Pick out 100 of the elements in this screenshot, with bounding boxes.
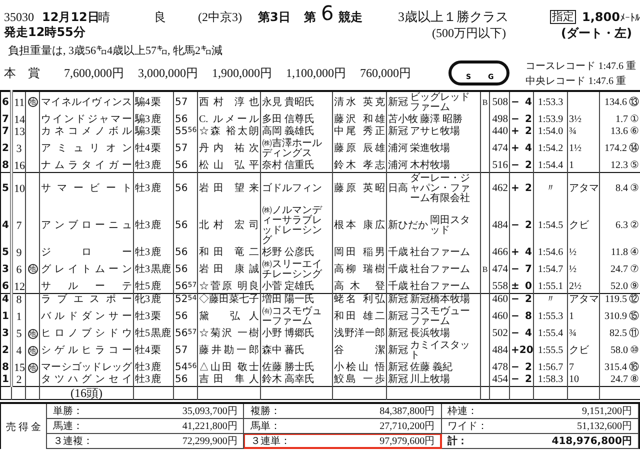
weight-change: − 4 (510, 90, 534, 114)
trainer-name: 高木 登 (332, 280, 386, 294)
sales-cell: ３連単： 97,979,600円 (244, 434, 442, 450)
owner-name: 多田 信尊氏 (260, 114, 332, 126)
sales-cell: 枠連： 9,151,200円 (442, 404, 639, 420)
weather: 晴 (98, 10, 111, 24)
jockey-name: 北村 宏司 (198, 204, 260, 247)
trainer-name: 鮫島 一歩 (332, 374, 386, 387)
prize-amount: 760,000円 (360, 64, 411, 82)
trainer-name: 鈴木 孝志 (332, 160, 386, 172)
jockey-name: △山田 敬士 (198, 362, 260, 374)
horse-name: タツハグンセイ (40, 374, 134, 387)
blinkers-mark: B (480, 90, 490, 114)
designation-label: 指定 (550, 10, 576, 24)
body-weight: 502 (490, 328, 510, 340)
horse-name: ナムラタイガー (40, 160, 134, 172)
breeder-cell: 新冠 アサヒ牧場 (386, 126, 480, 138)
prize-amount: 1,900,000円 (212, 64, 272, 82)
weight-change: − 2 (510, 204, 534, 247)
weight-change: + 4 (510, 246, 534, 259)
odds-cell: 174.2 ⑭ (600, 138, 640, 160)
horse-name: マイネルイヴィンス (40, 90, 134, 114)
finish-time: 1:54.6 (534, 246, 568, 259)
horse-name: ジロー (40, 246, 134, 259)
carried-weight: 56 (174, 246, 198, 259)
margin: 2½ (568, 280, 600, 294)
margin: ½ (568, 258, 600, 281)
horse-number: 3 (12, 138, 26, 160)
jockey-name: ◇藤田菜七子 (198, 293, 260, 306)
carried-weight: 56$^{57}$ (174, 280, 198, 294)
jockey-name: ☆菅原 明良 (198, 280, 260, 294)
carried-weight: 57 (174, 340, 198, 362)
sales-cell: 単勝： 35,093,700円 (47, 404, 244, 420)
start-time: 発走12時55分 (4, 26, 86, 40)
horse-number: 12 (12, 280, 26, 294)
horse-number: 8 (12, 293, 26, 306)
meeting: (2中京3) (198, 10, 243, 24)
odds-cell: 52.0 ⑨ (600, 280, 640, 294)
body-weight: 498 (490, 114, 510, 126)
breeder-cell: 浦河 栄進牧場 (386, 138, 480, 160)
trainer-name: 小桧山 悟 (332, 362, 386, 374)
sex-age: 牡3鹿 (134, 362, 174, 374)
finish-time: 1:54.0 (534, 126, 568, 138)
jockey-name: 吉田 隼人 (198, 374, 260, 387)
frame-number: 6 (0, 90, 12, 114)
surface-direction: (ダート・左) (561, 26, 632, 40)
jockey-name: 西村 淳也 (198, 90, 260, 114)
race-number-suffix: 競走 (338, 10, 363, 24)
odds-cell: 24.7 ⑧ (600, 374, 640, 387)
breeder-cell: 新冠 佐藤 義紀 (386, 362, 480, 374)
course-record: コースレコード 1:47.6 重 (526, 60, 636, 73)
horse-number: 5 (12, 328, 26, 340)
sex-age: 騸3鹿 (134, 114, 174, 126)
carried-weight: 56 (174, 306, 198, 328)
frame-number: 7 (0, 114, 12, 126)
weight-change: + 4 (510, 138, 534, 160)
carried-weight: 56 (174, 204, 198, 247)
body-weight: 460 (490, 293, 510, 306)
frame-number: 7 (0, 126, 12, 138)
odds-cell: 12.3 ⑤ (600, 160, 640, 172)
trainer-name: 蛯名 利弘 (332, 293, 386, 306)
weight-change: − 2 (510, 160, 534, 172)
race-number: 6 (321, 2, 334, 24)
body-weight: 558 (490, 280, 510, 294)
finish-time: 1:54.5 (534, 204, 568, 247)
odds-cell: 8.4 ③ (600, 172, 640, 205)
horse-number: 4 (12, 340, 26, 362)
trainer-name: 浅野洋一郎 (332, 328, 386, 340)
margin: 1½ (568, 138, 600, 160)
weight-change: − 4 (510, 328, 534, 340)
blinkers-mark: B (480, 258, 490, 281)
trainer-name: 中尾 秀正 (332, 126, 386, 138)
odds-cell: 134.6 ⑬ (600, 90, 640, 114)
sales-cell: 馬連： 41,221,800円 (47, 419, 244, 434)
margin: クビ (568, 340, 600, 362)
breeder-cell: 千歳 社台ファーム (386, 246, 480, 259)
horse-name: ラブエスポー (40, 293, 134, 306)
sales-label: 売 得 金 (1, 404, 47, 450)
sales-cell: 複勝： 84,387,800円 (244, 404, 442, 420)
sex-age: 牡4栗 (134, 138, 174, 160)
owner-name: 森中 蕃氏 (260, 340, 332, 362)
sex-age: 騸4栗 (134, 90, 174, 114)
jockey-name: 松山 弘平 (198, 160, 260, 172)
odds-cell: 58.0 ⑩ (600, 340, 640, 362)
race-date: 12月12日 (42, 10, 98, 24)
horse-name: シゲルヒラコー (40, 340, 134, 362)
horse-name: サマービート (40, 172, 134, 205)
carried-weight: 56 (174, 172, 198, 205)
body-weight: 474 (490, 138, 510, 160)
trainer-name: 谷 潔 (332, 340, 386, 362)
horse-number: 9 (12, 246, 26, 259)
trainer-name: 藤沢 和雄 (332, 114, 386, 126)
horse-number: 15 (12, 362, 26, 374)
breeder-cell: 千歳 社台ファーム (386, 258, 480, 281)
horse-name: カネコメノボル (40, 126, 134, 138)
body-weight: 474 (490, 258, 510, 281)
carried-weight: 57 (174, 138, 198, 160)
owner-name: 奈村 信重氏 (260, 160, 332, 172)
horse-number: 1 (12, 306, 26, 328)
body-weight: 440 (490, 126, 510, 138)
